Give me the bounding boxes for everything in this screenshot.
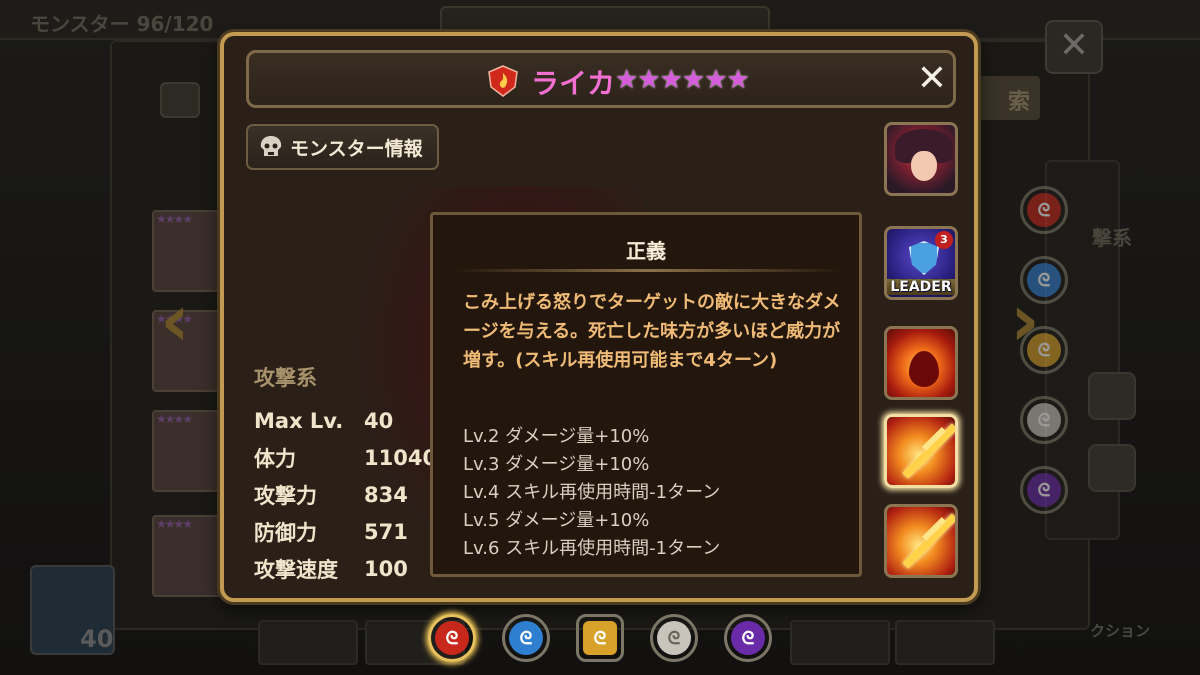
- stat-label: 攻撃速度: [254, 557, 338, 582]
- stat-row-max-level: Max Lv. 40: [254, 402, 437, 439]
- background-close-icon: ✕: [1045, 20, 1103, 74]
- skill-title: 正義: [626, 239, 666, 263]
- background-side-button: [1088, 372, 1136, 420]
- skill-level-item: Lv.5 ダメージ量+10%: [463, 510, 650, 531]
- skill-description: こみ上げる怒りでターゲットの敵に大きなダメージを与える。死亡した味方が多いほど威…: [463, 292, 841, 371]
- background-monster-card: ★★★★: [152, 410, 222, 492]
- skill-level-item: Lv.3 ダメージ量+10%: [463, 454, 650, 475]
- stat-value: 100: [364, 556, 408, 581]
- background-side-button: [1088, 444, 1136, 492]
- background-collection-label: クション: [1090, 622, 1151, 640]
- skill-tooltip: 正義 こみ上げる怒りでターゲットの敵に大きなダメージを与える。死亡した味方が多い…: [430, 212, 862, 577]
- monster-skull-icon: [260, 136, 282, 156]
- stat-label: Max Lv.: [254, 408, 344, 433]
- background-bottom-level: 40: [80, 625, 114, 653]
- background-monster-card: ★★★★: [152, 515, 222, 597]
- water-attribute-tab-icon[interactable]: ᘓ: [502, 614, 550, 662]
- wind-attribute-tab-icon[interactable]: ᘓ: [576, 614, 624, 662]
- skill-title-divider: [455, 269, 843, 272]
- monster-category: 攻撃系: [254, 366, 317, 390]
- monster-portrait[interactable]: [884, 122, 958, 196]
- stat-row-hp: 体力 11040: [254, 439, 437, 476]
- background-bottom-card: [258, 620, 358, 665]
- shield-icon: [909, 241, 939, 275]
- portrait-face: [911, 151, 937, 181]
- stats-table: Max Lv. 40 体力 11040 攻撃力 834 防御力 571 攻撃速度…: [254, 402, 437, 587]
- stat-label: 攻撃力: [254, 483, 317, 508]
- background-filter-box: [160, 82, 200, 118]
- stat-row-attack: 攻撃力 834: [254, 476, 437, 513]
- skill-1-button[interactable]: [884, 326, 958, 400]
- stat-row-speed: 攻撃速度 100: [254, 550, 437, 587]
- background-side-category: 撃系: [1092, 226, 1132, 250]
- stat-label: 防御力: [254, 520, 317, 545]
- fire-attribute-tab-icon[interactable]: ᘓ: [428, 614, 476, 662]
- background-bottom-monster: 40: [30, 565, 115, 655]
- fire-attribute-icon: [488, 65, 518, 97]
- leader-label: LEADER: [887, 279, 955, 295]
- trident-icon: [902, 513, 955, 569]
- monster-info-label: モンスター情報: [290, 137, 423, 160]
- skill-level-item: Lv.2 ダメージ量+10%: [463, 426, 650, 447]
- background-light-orb-icon: ᘓ: [1020, 396, 1068, 444]
- stat-value: 11040: [364, 445, 438, 470]
- previous-monster-arrow-icon[interactable]: ‹: [152, 284, 198, 356]
- background-wind-orb-icon: ᘓ: [1020, 326, 1068, 374]
- stat-value: 40: [364, 408, 394, 433]
- dark-attribute-tab-icon[interactable]: ᘓ: [724, 614, 772, 662]
- spear-icon: [902, 423, 955, 479]
- monster-name: ライカ: [531, 67, 616, 100]
- skill-level-item: Lv.4 スキル再使用時間-1ターン: [463, 482, 721, 503]
- background-bottom-card: [895, 620, 995, 665]
- skill-3-button[interactable]: [884, 504, 958, 578]
- leader-badge: 3: [935, 231, 953, 249]
- stat-row-defense: 防御力 571: [254, 513, 437, 550]
- skill-level-item: Lv.6 スキル再使用時間-1ターン: [463, 538, 721, 559]
- monster-info-button[interactable]: モンスター情報: [246, 124, 439, 170]
- background-water-orb-icon: ᘓ: [1020, 256, 1068, 304]
- skill-level-list: Lv.2 ダメージ量+10% Lv.3 ダメージ量+10% Lv.4 スキル再使…: [463, 423, 720, 563]
- leader-skill-button[interactable]: 3 LEADER: [884, 226, 958, 300]
- stat-label: 体力: [254, 446, 296, 471]
- stat-value: 834: [364, 482, 408, 507]
- skill-2-button[interactable]: [884, 414, 958, 488]
- modal-header: ライカ ★★★★★★ ✕: [246, 50, 956, 108]
- background-fire-orb-icon: ᘓ: [1020, 186, 1068, 234]
- close-icon[interactable]: ✕: [915, 61, 949, 97]
- light-attribute-tab-icon[interactable]: ᘓ: [650, 614, 698, 662]
- stat-value: 571: [364, 519, 408, 544]
- background-bottom-card: [790, 620, 890, 665]
- blood-drop-icon: [909, 351, 939, 387]
- monster-detail-modal: ライカ ★★★★★★ ✕ モンスター情報 攻撃系 Max Lv. 40 体力 1…: [220, 32, 978, 602]
- background-title: モンスター 96/120: [30, 12, 214, 36]
- star-rating: ★★★★★★: [615, 65, 750, 95]
- background-dark-orb-icon: ᘓ: [1020, 466, 1068, 514]
